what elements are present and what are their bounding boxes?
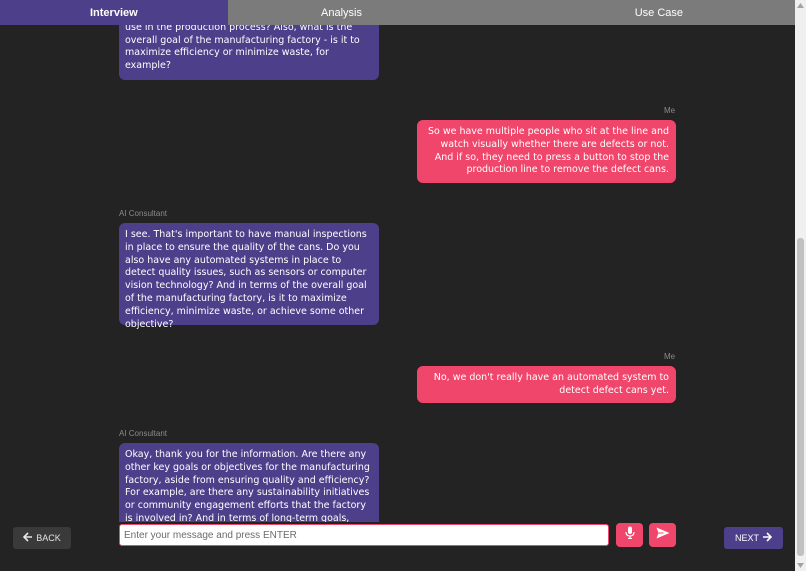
ai-message-bubble: I see. That's important to have manual i… — [119, 223, 379, 330]
sender-label: AI Consultant — [119, 429, 168, 438]
next-button[interactable]: NEXT — [724, 527, 783, 549]
composer-bar: BACK NEXT — [0, 522, 795, 571]
vertical-scrollbar[interactable] — [795, 0, 806, 571]
user-message-bubble: So we have multiple people who sit at th… — [417, 120, 676, 183]
tab-use-case[interactable]: Use Case — [455, 0, 795, 25]
message-input[interactable] — [119, 524, 609, 546]
scroll-up-icon[interactable] — [795, 0, 806, 11]
chat-log: any particular techniques or technologie… — [0, 25, 795, 522]
ai-message-bubble: Okay, thank you for the information. Are… — [119, 443, 379, 522]
send-icon — [656, 526, 670, 544]
arrow-left-icon — [23, 532, 33, 544]
arrow-right-icon — [762, 532, 773, 544]
user-message-bubble: No, we don't really have an automated sy… — [417, 366, 676, 403]
sender-label: AI Consultant — [119, 209, 168, 218]
microphone-icon — [624, 526, 635, 544]
back-button-label: BACK — [36, 533, 61, 543]
tab-interview[interactable]: Interview — [0, 0, 228, 25]
send-button[interactable] — [649, 523, 676, 547]
ai-message-bubble: any particular techniques or technologie… — [119, 25, 379, 80]
next-button-label: NEXT — [734, 533, 759, 543]
tab-bar: Interview Analysis Use Case — [0, 0, 795, 25]
microphone-button[interactable] — [616, 523, 643, 547]
sender-label: Me — [664, 352, 676, 361]
tab-analysis[interactable]: Analysis — [228, 0, 456, 25]
back-button[interactable]: BACK — [13, 527, 71, 549]
scroll-down-icon[interactable] — [795, 560, 806, 571]
scrollbar-thumb[interactable] — [797, 238, 804, 556]
sender-label: Me — [664, 106, 676, 115]
